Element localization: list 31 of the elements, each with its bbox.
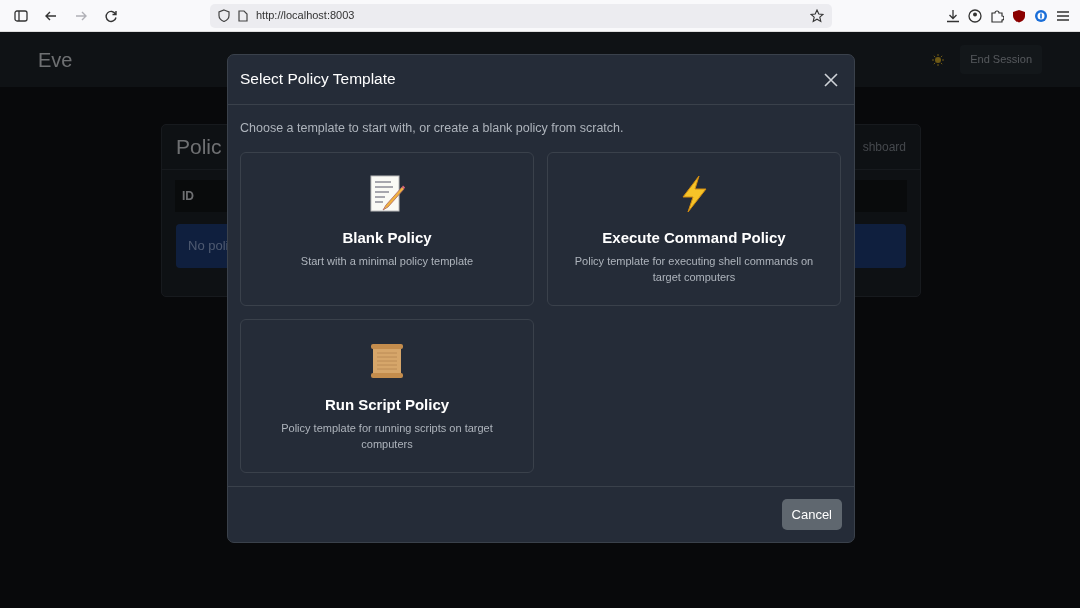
- download-icon[interactable]: [946, 8, 960, 23]
- account-icon[interactable]: [968, 8, 982, 23]
- lightning-icon: [679, 174, 709, 213]
- template-card[interactable]: Blank Policy Start with a minimal policy template: [240, 151, 534, 306]
- cancel-button[interactable]: Cancel: [781, 498, 842, 530]
- puzzle-icon[interactable]: [990, 8, 1004, 23]
- url-text: http://localhost:8003: [256, 8, 356, 24]
- menu-icon[interactable]: [1056, 9, 1070, 22]
- page-title: Polic: [176, 134, 222, 161]
- page-icon: [238, 9, 248, 22]
- shield-extension-icon[interactable]: [1012, 8, 1026, 23]
- dialog-title: Select Policy Template: [240, 70, 396, 89]
- sun-icon[interactable]: [932, 53, 945, 66]
- template-card[interactable]: Execute Command Policy Policy template for executing shell commands on target computers: [547, 151, 841, 306]
- template-title: Execute Command Policy: [602, 227, 786, 248]
- shield-icon: [218, 9, 230, 22]
- close-icon: [824, 72, 838, 87]
- template-description: Policy template for running scripts on target computers: [280, 421, 494, 453]
- template-card[interactable]: Run Script Policy Policy template for running scripts on target computers: [240, 318, 534, 473]
- sidebar-icon: [14, 9, 28, 22]
- template-title: Blank Policy: [342, 227, 432, 248]
- reload-icon: [104, 8, 118, 23]
- address-bar[interactable]: http://localhost:8003: [210, 3, 832, 28]
- template-title: Run Script Policy: [324, 394, 450, 415]
- intro-text: Choose a template to start with, or create a blank policy from scratch.: [240, 120, 625, 137]
- memo-icon: [369, 174, 405, 213]
- brand-name[interactable]: Eve: [38, 44, 73, 75]
- template-description: Start with a minimal policy template: [300, 254, 474, 270]
- star-icon[interactable]: [810, 8, 824, 23]
- key-extension-icon[interactable]: [1034, 8, 1048, 23]
- scroll-icon: [368, 341, 406, 380]
